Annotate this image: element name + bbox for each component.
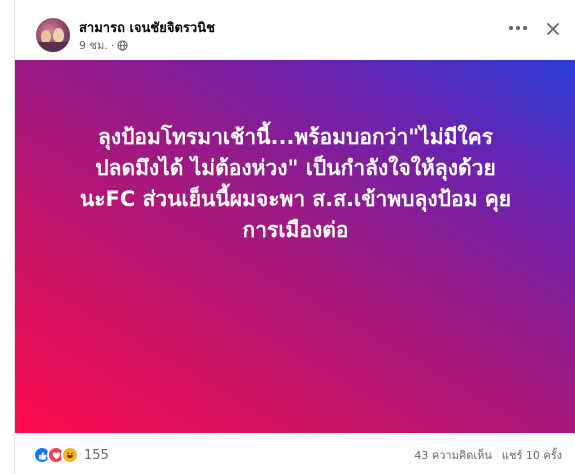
post-footer: 155 43 ความคิดเห็น แชร์ 10 ครั้ง — [15, 433, 575, 474]
globe-icon — [117, 39, 128, 51]
close-icon[interactable] — [546, 22, 560, 36]
post-timestamp[interactable]: 9 ชม. — [79, 36, 108, 54]
comments-count-link[interactable]: 43 ความคิดเห็น — [414, 446, 492, 464]
post-card: สามารถ เจนชัยจิตรวนิช 9 ชม. · ลุงป้อมโทร… — [14, 0, 575, 474]
haha-reaction-icon — [61, 446, 79, 464]
author-avatar[interactable] — [36, 18, 70, 52]
post-meta: 9 ชม. · — [79, 36, 128, 54]
post-text-line: การเมืองต่อ — [242, 218, 349, 242]
reaction-count: 155 — [84, 447, 109, 463]
reactions-summary[interactable]: 155 — [33, 445, 109, 465]
shares-count-link[interactable]: แชร์ 10 ครั้ง — [502, 446, 562, 464]
post-text-line: นะFC ส่วนเย็นนี้ผมจะพา ส.ส.เข้าพบลุงป้อม… — [79, 187, 512, 211]
engagement-stats: 43 ความคิดเห็น แชร์ 10 ครั้ง — [414, 446, 562, 464]
post-text: ลุงป้อมโทรมาเช้านี้...พร้อมบอกว่า"ไม่มีใ… — [35, 122, 556, 246]
post-text-line: ลุงป้อมโทรมาเช้านี้...พร้อมบอกว่า"ไม่มีใ… — [97, 125, 494, 149]
post-header: สามารถ เจนชัยจิตรวนิช 9 ชม. · — [15, 0, 575, 60]
post-text-line: ปลดมึงได้ ไม่ต้องห่วง" เป็นกำลังใจให้ลุง… — [95, 156, 496, 180]
post-background — [15, 60, 575, 433]
more-options-icon[interactable] — [509, 24, 529, 32]
author-name[interactable]: สามารถ เจนชัยจิตรวนิช — [79, 17, 215, 38]
